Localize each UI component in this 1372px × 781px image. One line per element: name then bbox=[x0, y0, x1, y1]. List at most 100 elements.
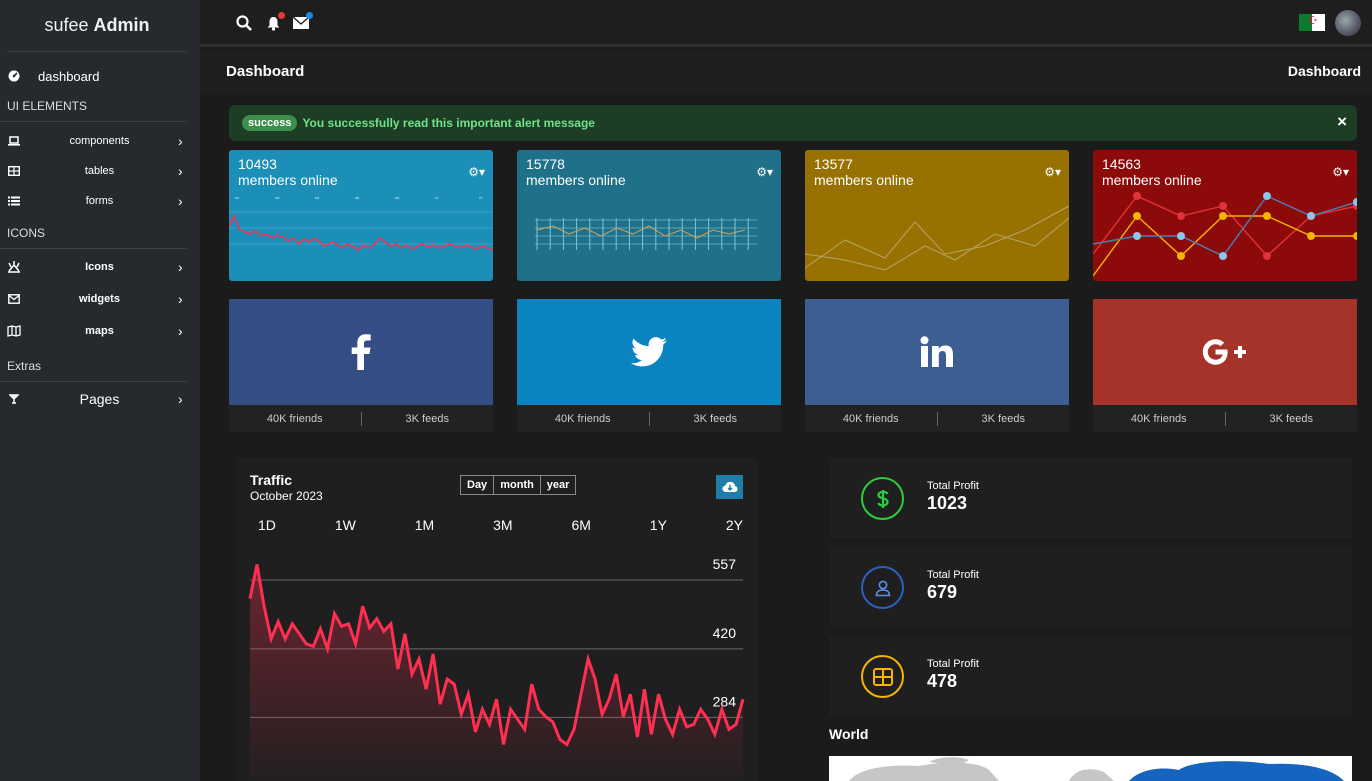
close-icon[interactable]: × bbox=[1337, 112, 1347, 132]
sidebar: sufee Admin dashboard UI ELEMENTS compone… bbox=[0, 0, 200, 781]
svg-text:1D: 1D bbox=[235, 196, 240, 200]
traffic-area bbox=[250, 564, 743, 781]
friends-count: 40K friends bbox=[266, 412, 323, 425]
dashboard-icon bbox=[7, 69, 21, 83]
y-tick-label: 284 bbox=[713, 693, 737, 709]
chevron-right-icon: › bbox=[178, 133, 183, 149]
dollar-icon bbox=[861, 477, 904, 520]
svg-text:1Y: 1Y bbox=[435, 196, 439, 200]
success-alert: success You successfully read this impor… bbox=[229, 105, 1357, 141]
alert-badge: success bbox=[242, 115, 298, 131]
sidebar-item-dashboard[interactable]: dashboard bbox=[0, 52, 200, 100]
stat-value: 13577 bbox=[814, 156, 853, 172]
breadcrumb: Dashboard Dashboard bbox=[200, 50, 1372, 94]
section-title-extras: Extras bbox=[0, 347, 187, 382]
gear-dropdown-icon[interactable]: ⚙▾ bbox=[468, 165, 485, 179]
search-icon[interactable] bbox=[235, 14, 253, 32]
sidebar-item-maps[interactable]: maps › bbox=[0, 315, 200, 347]
google-plus-icon bbox=[1093, 299, 1357, 405]
language-flag-icon[interactable] bbox=[1299, 14, 1325, 31]
brand-logo[interactable]: sufee Admin bbox=[7, 0, 187, 52]
feeds-count: 3K feeds bbox=[693, 412, 737, 425]
sidebar-item-widgets[interactable]: widgets › bbox=[0, 283, 200, 315]
stat-card-members-2: 15778 members online ⚙▾ bbox=[517, 150, 781, 281]
social-card-linkedin[interactable]: 40K friends 3K feeds bbox=[805, 299, 1069, 432]
alert-message: You successfully read this important ale… bbox=[302, 116, 595, 130]
sidebar-item-label: components bbox=[69, 135, 130, 147]
sidebar-item-label: forms bbox=[85, 195, 114, 207]
gear-dropdown-icon[interactable]: ⚙▾ bbox=[756, 165, 773, 179]
top-header bbox=[200, 0, 1372, 47]
profit-value: 1023 bbox=[927, 493, 968, 513]
linkedin-icon bbox=[805, 299, 1069, 405]
stat-label: members online bbox=[814, 172, 914, 188]
friends-count: 40K friends bbox=[554, 412, 611, 425]
fort-awesome-icon bbox=[7, 260, 21, 274]
sidebar-item-label: Pages bbox=[79, 391, 120, 407]
svg-text:1W: 1W bbox=[275, 196, 280, 200]
list-icon bbox=[7, 194, 21, 208]
notification-bell-icon[interactable] bbox=[264, 12, 285, 32]
twitter-icon bbox=[517, 299, 781, 405]
stat-card-members-1: 1D 1W 1M 3M 6M 1Y 2Y 10493 members online ⚙▾ bbox=[229, 150, 493, 281]
feeds-count: 3K feeds bbox=[1269, 412, 1313, 425]
mail-badge bbox=[306, 12, 313, 19]
profit-label: Total Profit bbox=[927, 569, 979, 581]
friends-count: 40K friends bbox=[842, 412, 899, 425]
brand-suffix: Admin bbox=[93, 15, 150, 35]
feeds-count: 3K feeds bbox=[405, 412, 449, 425]
map-icon bbox=[7, 324, 21, 338]
y-tick-label: 557 bbox=[713, 556, 737, 572]
chevron-right-icon: › bbox=[178, 391, 183, 407]
traffic-chart-card: Traffic October 2023 Day month year 1D 1… bbox=[236, 458, 757, 781]
profit-value: 679 bbox=[927, 582, 958, 602]
gear-dropdown-icon[interactable]: ⚙▾ bbox=[1332, 165, 1349, 179]
y-tick-label: 420 bbox=[713, 625, 737, 641]
mail-icon[interactable] bbox=[292, 12, 313, 32]
stat-card-members-4: 14563 members online ⚙▾ bbox=[1093, 150, 1357, 281]
breadcrumb-current[interactable]: Dashboard bbox=[1288, 63, 1361, 79]
envelope-icon bbox=[7, 292, 21, 306]
profit-label: Total Profit bbox=[927, 480, 979, 492]
stat-label: members online bbox=[526, 172, 626, 188]
gear-dropdown-icon[interactable]: ⚙▾ bbox=[1044, 165, 1061, 179]
profit-card-3: Total Profit 478 bbox=[829, 636, 1352, 716]
social-card-twitter[interactable]: 40K friends 3K feeds bbox=[517, 299, 781, 432]
page-title: Dashboard bbox=[226, 63, 305, 80]
world-map[interactable] bbox=[829, 756, 1352, 781]
friends-count: 40K friends bbox=[1130, 412, 1187, 425]
stat-label: members online bbox=[1102, 172, 1202, 188]
stat-value: 15778 bbox=[526, 156, 565, 172]
sidebar-item-components[interactable]: components › bbox=[0, 126, 200, 156]
brand-name: sufee bbox=[44, 15, 89, 35]
section-title-icons: ICONS bbox=[0, 216, 187, 249]
sidebar-item-label: widgets bbox=[79, 293, 120, 305]
profit-value: 478 bbox=[927, 671, 958, 691]
sidebar-item-label: maps bbox=[85, 325, 114, 337]
grid-icon bbox=[861, 655, 904, 698]
svg-text:1M: 1M bbox=[315, 196, 320, 200]
chevron-right-icon: › bbox=[178, 259, 183, 275]
chevron-right-icon: › bbox=[178, 291, 183, 307]
sidebar-item-label: dashboard bbox=[38, 68, 100, 84]
chevron-right-icon: › bbox=[178, 193, 183, 209]
social-card-facebook[interactable]: 40K friends 3K feeds bbox=[229, 299, 493, 432]
sidebar-item-forms[interactable]: forms › bbox=[0, 186, 200, 216]
social-card-google-plus[interactable]: 40K friends 3K feeds bbox=[1093, 299, 1357, 432]
chevron-right-icon: › bbox=[178, 323, 183, 339]
svg-text:2Y: 2Y bbox=[479, 196, 483, 200]
section-title-ui-elements: UI ELEMENTS bbox=[0, 99, 187, 122]
glass-icon bbox=[7, 392, 21, 406]
chevron-right-icon: › bbox=[178, 163, 183, 179]
sidebar-item-tables[interactable]: tables › bbox=[0, 156, 200, 186]
stat-label: members online bbox=[238, 172, 338, 188]
sidebar-item-pages[interactable]: Pages › bbox=[0, 384, 200, 414]
facebook-icon bbox=[229, 299, 493, 405]
svg-text:3M: 3M bbox=[355, 196, 360, 200]
stat-value: 14563 bbox=[1102, 156, 1141, 172]
sidebar-item-label: Icons bbox=[85, 261, 114, 273]
laptop-icon bbox=[7, 134, 21, 148]
user-icon bbox=[861, 566, 904, 609]
sidebar-item-icons[interactable]: Icons › bbox=[0, 251, 200, 283]
user-avatar[interactable] bbox=[1335, 10, 1361, 36]
